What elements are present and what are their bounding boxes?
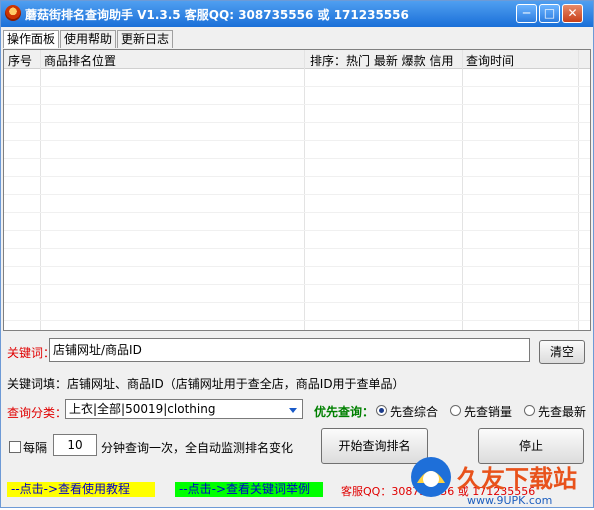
row-separator [4, 266, 590, 267]
tab-help[interactable]: 使用帮助 [60, 30, 117, 48]
column-divider [578, 50, 579, 330]
table-header: 序号 商品排名位置 排序：热门 最新 爆款 信用 查询时间 [4, 50, 590, 69]
column-header-index[interactable]: 序号 [8, 52, 32, 69]
row-separator [4, 104, 590, 105]
watermark-brand: 久友下载站 [457, 465, 577, 493]
column-divider [462, 50, 463, 330]
tab-changelog[interactable]: 更新日志 [117, 30, 174, 48]
row-separator [4, 176, 590, 177]
category-select-value: 上衣|全部|50019|clothing [69, 402, 216, 416]
row-separator [4, 230, 590, 231]
row-separator [4, 248, 590, 249]
keyword-input[interactable]: 店铺网址/商品ID [49, 338, 530, 362]
column-divider [40, 50, 41, 330]
row-separator [4, 86, 590, 87]
row-separator [4, 284, 590, 285]
window-title: 蘑菇街排名查询助手 V1.3.5 客服QQ: 308735556 或 17123… [25, 8, 409, 22]
radio-comprehensive[interactable] [376, 405, 387, 416]
watermark-logo-icon: 久友下载站 www.9UPK.com [411, 457, 577, 507]
radio-sales[interactable] [450, 405, 461, 416]
clear-button[interactable]: 清空 [539, 340, 585, 364]
column-header-sort[interactable]: 排序：热门 最新 爆款 信用 [310, 52, 453, 69]
tutorial-link[interactable]: --点击->查看使用教程 [7, 482, 155, 497]
maximize-button[interactable]: □ [539, 4, 560, 23]
keyword-hint: 关键词填：店铺网址、商品ID（店铺网址用于查全店，商品ID用于查单品） [7, 377, 405, 391]
radio-newest[interactable] [524, 405, 535, 416]
tab-operation-panel[interactable]: 操作面板 [3, 30, 60, 48]
row-separator [4, 140, 590, 141]
column-header-query-time[interactable]: 查询时间 [466, 52, 514, 69]
priority-label: 优先查询： [314, 405, 375, 419]
radio-newest-label[interactable]: 先查最新 [538, 403, 586, 420]
interval-suffix: 分钟查询一次，全自动监测排名变化 [101, 441, 294, 455]
interval-minutes-input[interactable]: 10 [53, 434, 97, 456]
radio-sales-label[interactable]: 先查销量 [464, 403, 512, 420]
close-button[interactable]: ✕ [562, 4, 583, 23]
column-divider [304, 50, 305, 330]
row-separator [4, 320, 590, 321]
minimize-button[interactable]: ─ [516, 4, 537, 23]
row-separator [4, 158, 590, 159]
interval-checkbox[interactable] [9, 441, 21, 453]
site-watermark: 久友下载站 www.9UPK.com [405, 453, 591, 507]
row-separator [4, 302, 590, 303]
category-label: 查询分类： [7, 406, 68, 420]
row-separator [4, 122, 590, 123]
keyword-label: 关键词： [7, 346, 56, 360]
title-bar[interactable]: 蘑菇街排名查询助手 V1.3.5 客服QQ: 308735556 或 17123… [1, 1, 593, 27]
tab-bar: 操作面板 使用帮助 更新日志 [3, 30, 174, 48]
column-header-rank-position[interactable]: 商品排名位置 [44, 52, 116, 69]
mushroom-app-icon [5, 5, 21, 21]
keyword-example-link[interactable]: --点击->查看关键词举例 [175, 482, 323, 497]
watermark-url: www.9UPK.com [467, 494, 552, 507]
row-separator [4, 194, 590, 195]
interval-checkbox-label[interactable]: 每隔 [23, 439, 47, 456]
category-select[interactable]: 上衣|全部|50019|clothing [65, 399, 303, 419]
row-separator [4, 212, 590, 213]
chevron-down-icon[interactable] [285, 401, 301, 418]
app-window: 蘑菇街排名查询助手 V1.3.5 客服QQ: 308735556 或 17123… [0, 0, 594, 508]
radio-comprehensive-label[interactable]: 先查综合 [390, 403, 438, 420]
results-table[interactable]: 序号 商品排名位置 排序：热门 最新 爆款 信用 查询时间 [3, 49, 591, 331]
